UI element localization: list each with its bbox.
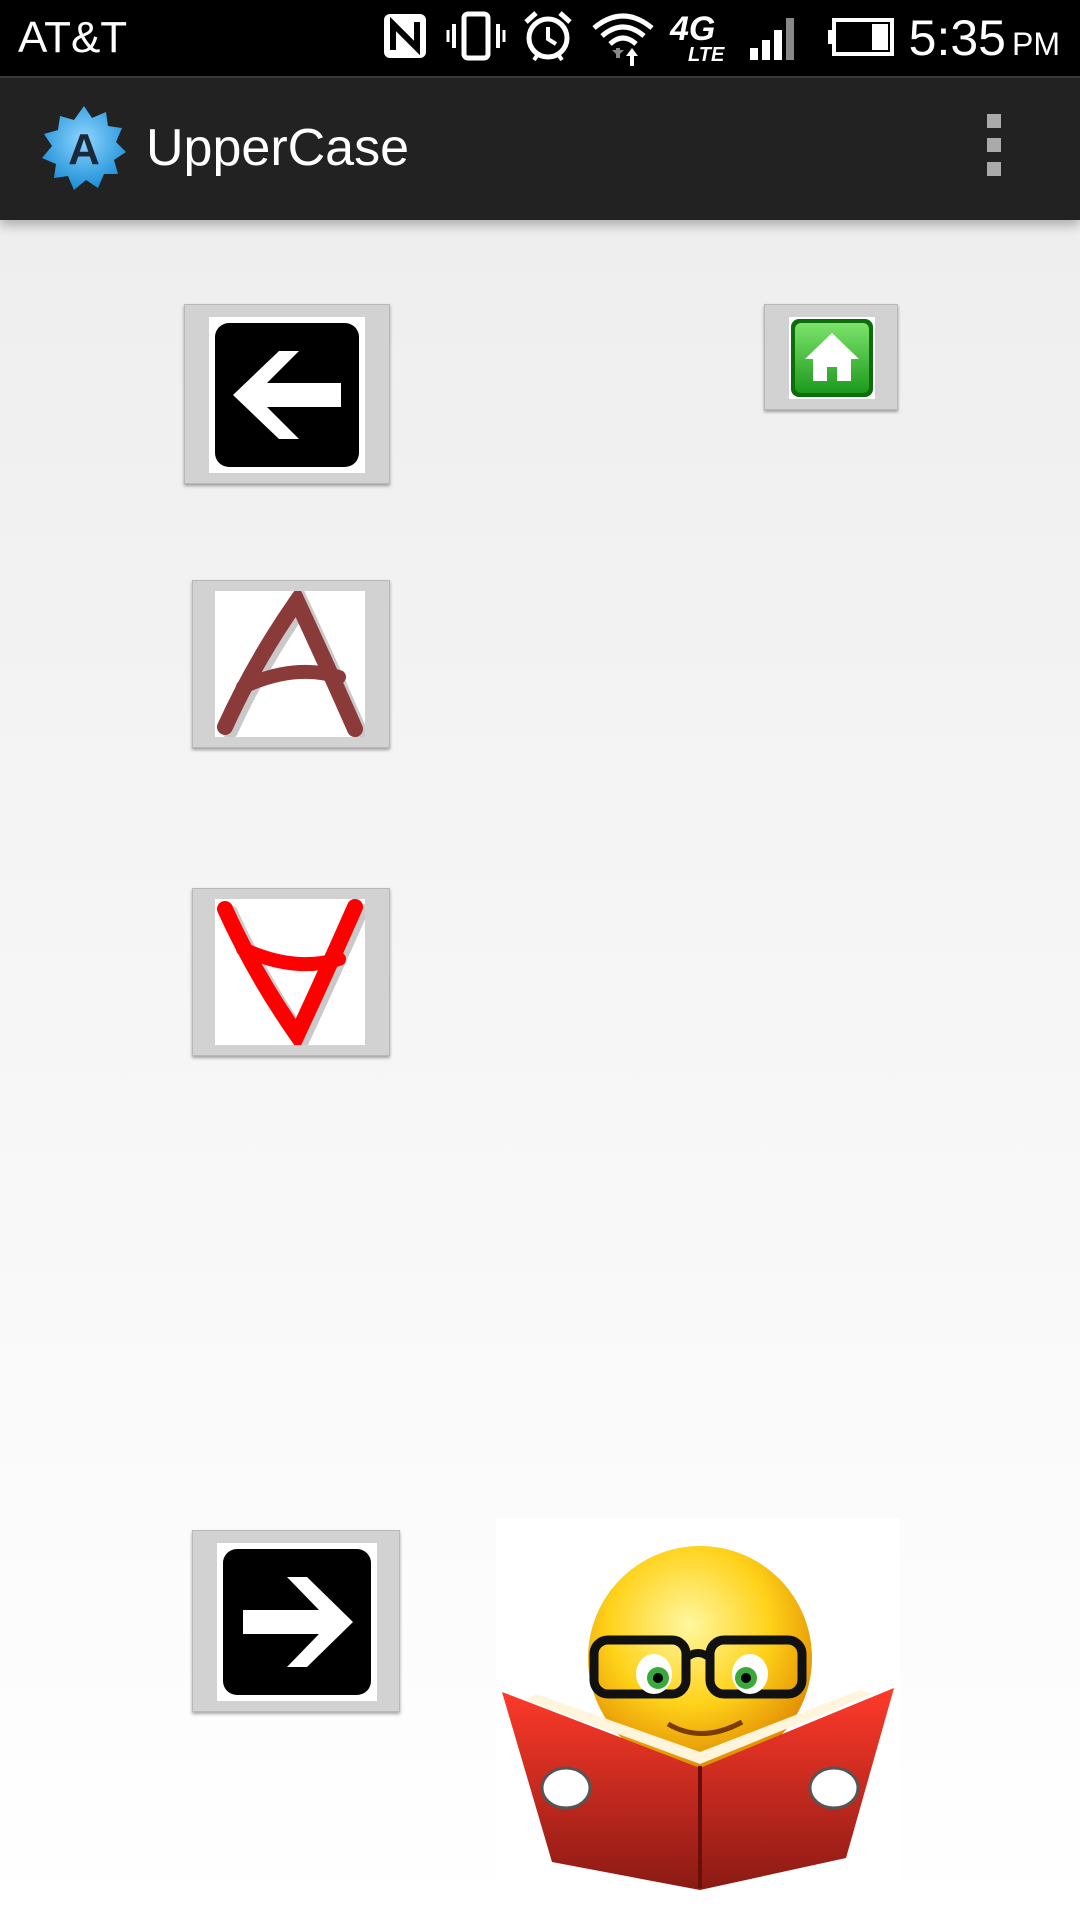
home-button[interactable]: [764, 304, 898, 410]
overflow-menu-icon[interactable]: [980, 114, 1008, 184]
action-bar: A UpperCase: [0, 76, 1080, 220]
nfc-icon: [384, 14, 426, 58]
home-icon: [791, 319, 873, 397]
alarm-icon: [524, 11, 572, 62]
app-title: UpperCase: [146, 119, 410, 177]
back-button[interactable]: [184, 304, 390, 484]
status-bar: AT&T 4G LTE 5:35 PM: [0, 0, 1080, 76]
carrier-label: AT&T: [18, 13, 128, 62]
letter-a-button[interactable]: [192, 580, 390, 748]
letter-a-icon: [217, 591, 365, 737]
letter-a-face: [215, 591, 365, 737]
clock-time: 5:35: [908, 10, 1006, 66]
arrow-right-icon: [223, 1549, 371, 1695]
vibrate-icon: [446, 11, 506, 61]
signal-icon: [750, 18, 794, 60]
app-icon: A: [42, 106, 126, 190]
wifi-icon: [592, 13, 654, 66]
home-button-face: [789, 317, 875, 399]
4g-lte-icon: 4G LTE: [670, 12, 736, 68]
network-sublabel: LTE: [688, 44, 725, 66]
clock-ampm: PM: [1012, 26, 1060, 62]
arrow-left-icon: [215, 323, 359, 467]
reading-smiley-image: [496, 1518, 900, 1890]
back-button-face: [209, 317, 365, 473]
clock: 5:35 PM: [909, 8, 1060, 74]
battery-icon: [828, 18, 894, 56]
letter-a-flipped-face: [215, 899, 365, 1045]
network-label: 4G: [670, 10, 716, 48]
letter-a-flipped-icon: [217, 899, 365, 1045]
reading-smiley-icon: [502, 1546, 894, 1890]
next-button-face: [217, 1543, 377, 1701]
next-button[interactable]: [192, 1530, 400, 1712]
letter-a-flipped-button[interactable]: [192, 888, 390, 1056]
app-icon-letter: A: [68, 125, 100, 174]
